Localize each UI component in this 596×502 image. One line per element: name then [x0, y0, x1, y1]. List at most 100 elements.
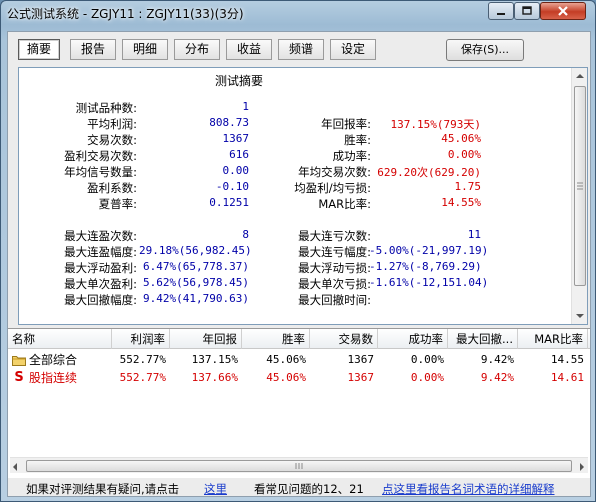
grip-icon	[577, 182, 583, 190]
stat-label: 最大连盈次数:	[64, 229, 137, 243]
table-row[interactable]: 全部综合 552.77% 137.15% 45.06% 1367 0.00% 9…	[8, 351, 590, 369]
cell-trades: 1367	[347, 371, 375, 384]
stat-value: 14.55%	[441, 196, 481, 209]
stat-label: 成功率:	[332, 149, 371, 163]
column-header[interactable]: 最大回撤...	[448, 329, 518, 349]
cell-max-drawdown: 9.42%	[480, 371, 514, 384]
stat-value: 9.42%(41,790.63)	[143, 292, 249, 305]
stat-value: 0.1251	[209, 196, 249, 209]
stat-value: 1.75	[454, 180, 482, 193]
stat-value: 1	[242, 100, 249, 113]
cell-profit-rate: 552.77%	[119, 353, 166, 366]
cell-profit-rate: 552.77%	[119, 371, 166, 384]
tab-summary[interactable]: 摘要	[18, 39, 60, 60]
cell-success-rate: 0.00%	[410, 353, 444, 366]
close-button[interactable]	[540, 2, 586, 20]
folder-icon	[12, 356, 26, 366]
client-area: 摘要 报告 明细 分布 收益 频谱 设定 保存(S)... 测试摘要 测试品种数…	[7, 31, 591, 497]
results-table: 名称 利润率 年回报 胜率 交易数 成功率 最大回撤... MAR比率 全部综合…	[8, 328, 590, 478]
stat-value: 11	[467, 228, 481, 241]
stat-value: 0.00%	[447, 148, 481, 161]
stat-label: 最大连亏幅度:	[298, 245, 371, 259]
triangle-up-icon	[576, 74, 584, 78]
stat-value: 5.62%(56,978.45)	[143, 276, 249, 289]
stat-label: 最大连盈幅度:	[64, 245, 137, 259]
table-header: 名称 利润率 年回报 胜率 交易数 成功率 最大回撤... MAR比率	[8, 329, 590, 349]
stat-value: -1.27%(-8,769.29)	[369, 260, 482, 273]
summary-title: 测试摘要	[214, 74, 263, 88]
column-header[interactable]: 胜率	[242, 329, 310, 349]
stat-label: 最大浮动盈利:	[64, 261, 137, 275]
scroll-left-button[interactable]	[12, 461, 18, 474]
save-button[interactable]: 保存(S)...	[446, 39, 524, 61]
table-horizontal-scrollbar[interactable]	[10, 457, 588, 473]
column-header[interactable]: 年回报	[170, 329, 242, 349]
column-header[interactable]: 利润率	[112, 329, 170, 349]
here-link[interactable]: 这里	[204, 481, 227, 497]
stat-value: -5.00%(-21,997.19)	[369, 244, 489, 257]
stat-label: 交易次数:	[87, 133, 137, 147]
cell-win-rate: 45.06%	[266, 353, 306, 366]
stat-value: 137.15%(793天)	[390, 118, 481, 131]
stat-label: 测试品种数:	[75, 101, 137, 115]
window-title: 公式测试系统 - ZGJY11 : ZGJY11(33)(3分)	[7, 7, 244, 21]
triangle-right-icon	[580, 463, 584, 471]
summary-vertical-scrollbar[interactable]	[571, 68, 587, 324]
stat-value: 8	[242, 228, 249, 241]
cell-annual-return: 137.66%	[191, 371, 238, 384]
footer-question-text: 如果对评测结果有疑问,请点击	[26, 482, 180, 496]
scroll-thumb[interactable]	[26, 460, 572, 472]
glossary-link[interactable]: 点这里看报告名词术语的详细解释	[382, 481, 555, 497]
stat-label: 最大连亏次数:	[298, 229, 371, 243]
column-header[interactable]: 交易数	[310, 329, 378, 349]
app-window: 公式测试系统 - ZGJY11 : ZGJY11(33)(3分) 摘要 报告 明…	[0, 0, 596, 502]
cell-trades: 1367	[347, 353, 375, 366]
faq-text: 看常见问题的12、21	[254, 482, 364, 496]
scroll-thumb[interactable]	[574, 86, 586, 286]
tab-spectrum[interactable]: 频谱	[278, 39, 324, 60]
cell-success-rate: 0.00%	[410, 371, 444, 384]
scroll-right-button[interactable]	[579, 461, 585, 474]
stat-value: 6.47%(65,778.37)	[143, 260, 249, 273]
stat-label: 平均利润:	[87, 117, 137, 131]
column-header[interactable]: 名称	[8, 329, 112, 349]
stat-label: 最大浮动亏损:	[298, 261, 371, 275]
tab-report[interactable]: 报告	[70, 39, 116, 60]
scroll-down-button[interactable]	[572, 308, 587, 324]
minimize-icon	[497, 13, 505, 15]
stat-label: 最大单次亏损:	[298, 277, 371, 291]
cell-max-drawdown: 9.42%	[480, 353, 514, 366]
s-icon: S	[14, 370, 24, 385]
stat-label: MAR比率:	[318, 197, 371, 211]
row-name-cell: S 股指连续	[8, 369, 112, 387]
table-row[interactable]: S 股指连续 552.77% 137.66% 45.06% 1367 0.00%…	[8, 369, 590, 387]
triangle-down-icon	[576, 314, 584, 318]
maximize-button[interactable]	[514, 2, 540, 20]
stat-value: 45.06%	[441, 132, 481, 145]
stat-label: 最大回撤时间:	[298, 293, 371, 307]
tab-profit[interactable]: 收益	[226, 39, 272, 60]
scroll-up-button[interactable]	[572, 68, 587, 84]
stat-value: -0.10	[215, 180, 249, 193]
stat-label: 最大单次盈利:	[64, 277, 137, 291]
footer-bar: 如果对评测结果有疑问,请点击 这里 看常见问题的12、21 点这里看报告名词术语…	[8, 480, 590, 497]
triangle-left-icon	[13, 463, 17, 471]
column-header[interactable]: 成功率	[378, 329, 448, 349]
title-bar[interactable]: 公式测试系统 - ZGJY11 : ZGJY11(33)(3分)	[1, 1, 595, 25]
minimize-button[interactable]	[488, 2, 514, 20]
tab-distribution[interactable]: 分布	[174, 39, 220, 60]
tab-settings[interactable]: 设定	[330, 39, 376, 60]
tab-detail[interactable]: 明细	[122, 39, 168, 60]
row-name: 全部综合	[29, 353, 78, 367]
stat-value: 1367	[222, 132, 250, 145]
stat-value: 29.18%(56,982.45)	[139, 244, 252, 257]
stat-label: 年均信号数量:	[64, 165, 137, 179]
column-header[interactable]: MAR比率	[518, 329, 588, 349]
stat-value: -1.61%(-12,151.04)	[369, 276, 489, 289]
summary-panel: 测试摘要 测试品种数: 1 平均利润: 808.73 交易次数: 1367 盈利…	[18, 67, 588, 325]
stat-label: 均盈利/均亏损:	[294, 181, 371, 195]
cell-mar-ratio: 14.55	[550, 353, 584, 366]
stat-label: 年均交易次数:	[298, 165, 371, 179]
stat-value: 616	[229, 148, 249, 161]
stat-value: 629.20次(629.20)	[377, 166, 481, 179]
